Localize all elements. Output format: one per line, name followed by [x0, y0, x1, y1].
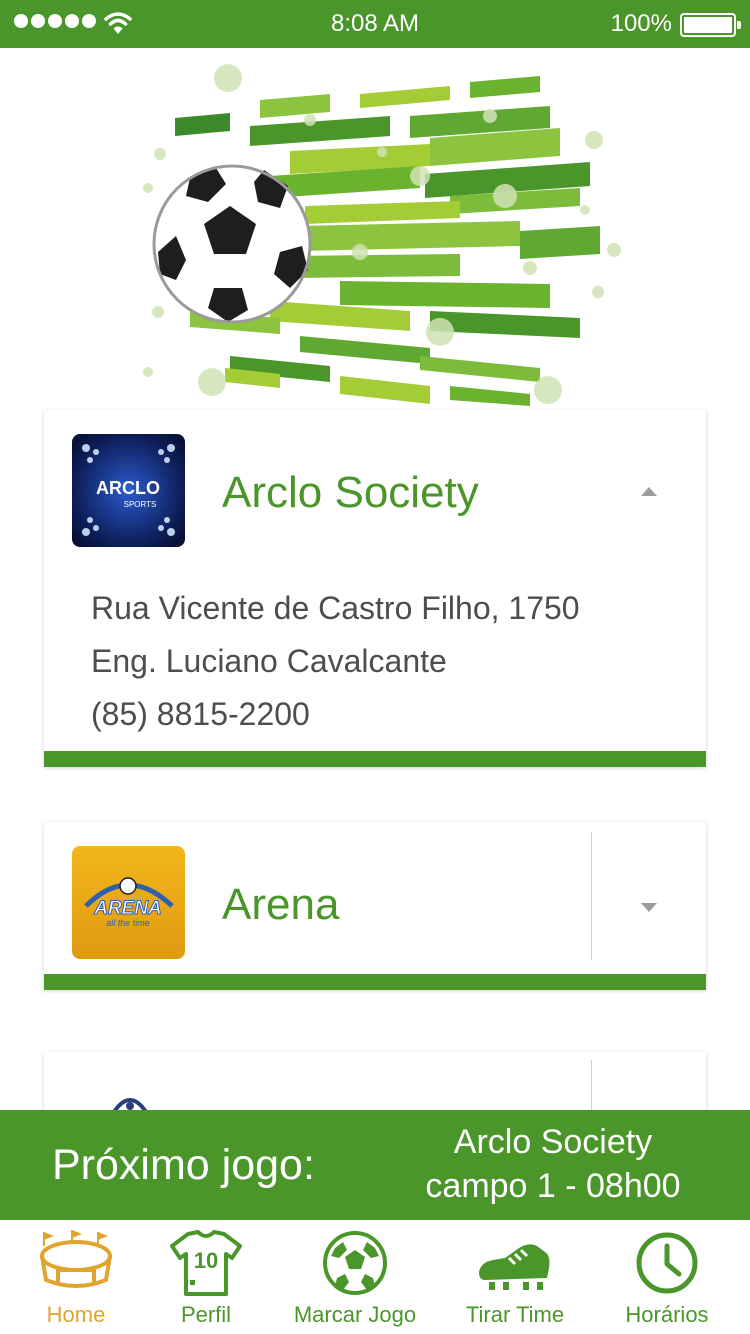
- jersey-icon: 10: [170, 1230, 242, 1296]
- hero-soccer-ball-illustration: [143, 64, 621, 406]
- next-match-label: Próximo jogo:: [52, 1141, 315, 1189]
- nav-item-marcar-jogo[interactable]: Marcar Jogo: [285, 1220, 425, 1334]
- soccer-ball-icon: [152, 164, 312, 324]
- svg-text:10: 10: [194, 1248, 218, 1273]
- arena-logo: ARENA all the time: [72, 846, 185, 959]
- nav-item-perfil[interactable]: 10 Perfil: [136, 1220, 276, 1334]
- nav-label-horarios: Horários: [625, 1302, 709, 1327]
- card-accent-bar: [44, 974, 706, 990]
- card-accent-bar: [44, 751, 706, 767]
- nav-item-tirar-time[interactable]: Tirar Time: [445, 1220, 585, 1334]
- svg-text:all the time: all the time: [106, 918, 150, 928]
- venue-phone[interactable]: (85) 8815-2200: [91, 688, 580, 741]
- nav-item-horarios[interactable]: Horários: [597, 1220, 737, 1334]
- svg-text:ARENA: ARENA: [93, 898, 162, 919]
- status-bar: 8:08 AM 100%: [0, 0, 750, 48]
- soccer-ball-icon: [323, 1231, 387, 1295]
- venue-details: Rua Vicente de Castro Filho, 1750 Eng. L…: [91, 582, 580, 741]
- svg-text:SPORTS: SPORTS: [124, 500, 157, 509]
- card-divider: [591, 832, 592, 960]
- cleat-icon: [479, 1244, 550, 1290]
- next-match-banner[interactable]: Próximo jogo: Arclo Society campo 1 - 08…: [0, 1110, 750, 1220]
- battery-icon: [680, 13, 741, 37]
- bottom-navigation: Home 10 Perfil Marcar Jogo Tirar Time Ho…: [0, 1220, 750, 1334]
- svg-text:ARCLO: ARCLO: [96, 478, 160, 498]
- venue-address-line1: Rua Vicente de Castro Filho, 1750: [91, 590, 580, 626]
- clock-icon: [636, 1232, 698, 1294]
- battery-percentage: 100%: [610, 10, 672, 37]
- venue-address-line2: Eng. Luciano Cavalcante: [91, 643, 447, 679]
- next-match-detail: campo 1 - 08h00: [425, 1167, 681, 1205]
- next-match-info: Arclo Society campo 1 - 08h00: [402, 1120, 704, 1208]
- expand-arrow-icon[interactable]: [641, 903, 657, 912]
- arclo-sports-logo: ARCLO SPORTS: [72, 434, 185, 547]
- venue-name: Arena: [222, 880, 340, 929]
- venue-card-arclo-society[interactable]: ARCLO SPORTS Arclo Society Rua Vicente d…: [44, 410, 706, 767]
- stadium-icon: [40, 1230, 112, 1288]
- collapse-arrow-icon[interactable]: [641, 487, 657, 496]
- venue-name: Arclo Society: [222, 468, 479, 517]
- next-match-venue: Arclo Society: [453, 1123, 653, 1161]
- nav-label-marcar-jogo: Marcar Jogo: [293, 1302, 417, 1327]
- venue-card-arena[interactable]: ARENA all the time Arena: [44, 822, 706, 990]
